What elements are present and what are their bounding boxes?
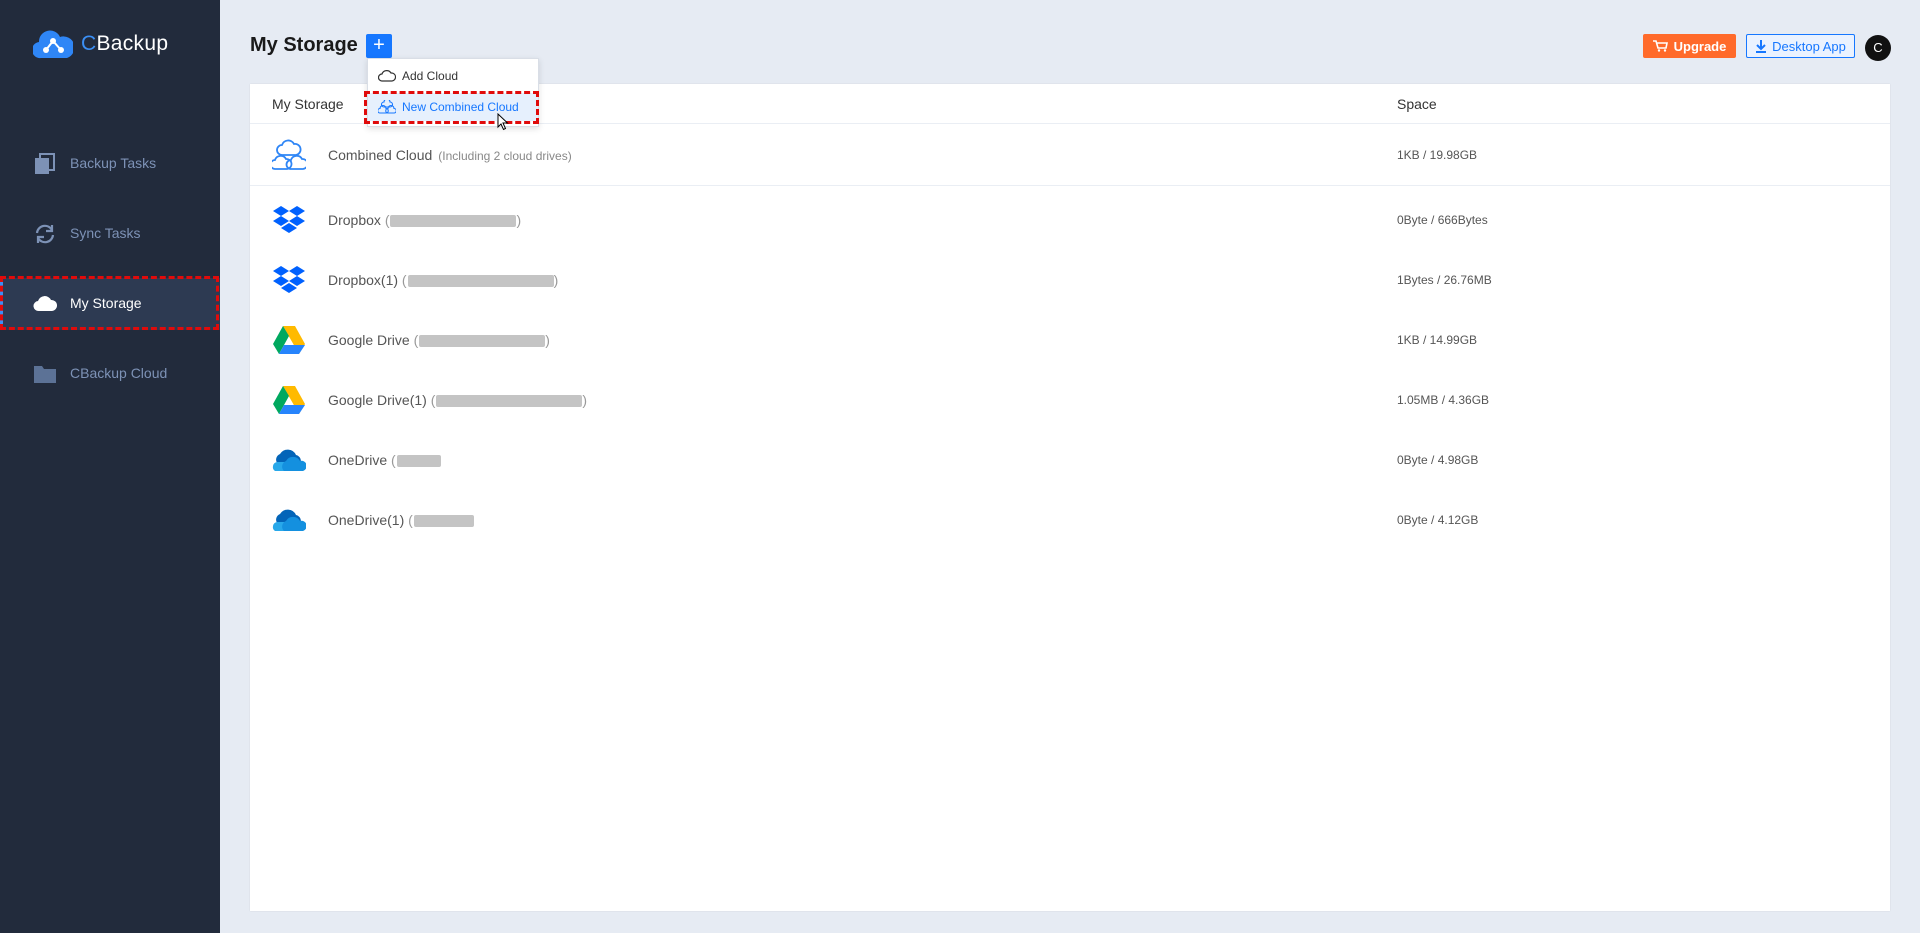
account-redacted: [396, 455, 441, 468]
onedrive-icon: [272, 509, 306, 531]
desktop-app-button[interactable]: Desktop App: [1746, 34, 1855, 58]
storage-space: 0Byte / 666Bytes: [1397, 213, 1488, 227]
account-redacted: [419, 335, 546, 348]
sync-icon: [35, 224, 55, 244]
cloud-icon: [33, 296, 57, 312]
menu-item-new-combined-cloud[interactable]: New Combined Cloud: [368, 93, 538, 121]
sidebar-item-label: My Storage: [70, 295, 142, 311]
add-storage-dropdown: Add Cloud New Combined Cloud: [367, 58, 539, 127]
google-drive-icon: [273, 386, 305, 414]
column-header-storage: My Storage: [272, 96, 344, 112]
logo-text-c: C: [81, 32, 97, 55]
cart-icon: [1652, 40, 1668, 52]
sidebar-item-my-storage[interactable]: My Storage: [0, 278, 220, 330]
account-open-paren: (: [413, 332, 419, 348]
storage-name: OneDrive: [328, 452, 388, 468]
storage-name: Google Drive: [328, 332, 410, 348]
sidebar-item-label: CBackup Cloud: [70, 365, 168, 381]
storage-name: OneDrive(1): [328, 512, 405, 528]
cloud-outline-icon: [378, 70, 396, 82]
storage-row-dropbox[interactable]: Dropbox () 0Byte / 666Bytes: [250, 190, 1890, 250]
account-open-paren: (: [384, 212, 390, 228]
account-redacted: [407, 275, 554, 288]
storage-name: Google Drive(1): [328, 392, 427, 408]
account-open-paren: (: [408, 512, 413, 528]
app-logo[interactable]: CBackup: [33, 28, 168, 60]
account-redacted: [436, 395, 583, 408]
storage-name: Combined Cloud: [328, 147, 433, 163]
user-avatar[interactable]: C: [1865, 35, 1891, 61]
account-open-paren: (: [430, 392, 436, 408]
page-title: My Storage: [250, 34, 358, 56]
desktop-app-label: Desktop App: [1772, 38, 1846, 54]
menu-item-label: New Combined Cloud: [402, 100, 519, 114]
combined-cloud-icon: [272, 139, 306, 170]
sidebar-item-cbackup-cloud[interactable]: CBackup Cloud: [0, 348, 220, 400]
upgrade-label: Upgrade: [1673, 38, 1727, 54]
account-open-paren: (: [391, 452, 396, 468]
sidebar-item-label: Backup Tasks: [70, 155, 157, 171]
storage-space: 0Byte / 4.12GB: [1397, 513, 1479, 527]
menu-item-label: Add Cloud: [402, 69, 459, 83]
dropbox-icon: [273, 266, 305, 293]
sidebar: CBackup Backup Tasks Sync Tasks My Stora…: [0, 0, 220, 933]
account-close-paren: ): [553, 272, 559, 288]
account-close-paren: ): [516, 212, 522, 228]
onedrive-icon: [272, 449, 306, 471]
upgrade-button[interactable]: Upgrade: [1643, 34, 1736, 58]
column-header-space: Space: [1397, 96, 1437, 112]
mouse-cursor-icon: [497, 113, 509, 131]
sidebar-item-backup-tasks[interactable]: Backup Tasks: [0, 138, 220, 190]
backup-tasks-icon: [35, 153, 55, 174]
logo-text: Backup: [96, 32, 169, 55]
add-storage-button[interactable]: +: [366, 34, 392, 58]
account-close-paren: ): [582, 392, 588, 408]
storage-space: 1KB / 14.99GB: [1397, 333, 1478, 347]
menu-item-add-cloud[interactable]: Add Cloud: [368, 62, 538, 90]
account-redacted: [390, 215, 517, 228]
storage-row-dropbox-1[interactable]: Dropbox(1) () 1Bytes / 26.76MB: [250, 250, 1890, 310]
storage-name: Dropbox: [328, 212, 381, 228]
storage-space: 1.05MB / 4.36GB: [1397, 393, 1490, 407]
storage-space: 1KB / 19.98GB: [1397, 148, 1478, 162]
sidebar-item-sync-tasks[interactable]: Sync Tasks: [0, 208, 220, 260]
storage-row-onedrive-1[interactable]: OneDrive(1) ( 0Byte / 4.12GB: [250, 490, 1890, 550]
google-drive-icon: [273, 326, 305, 354]
storage-row-google-drive[interactable]: Google Drive () 1KB / 14.99GB: [250, 310, 1890, 370]
folder-icon: [34, 366, 56, 383]
download-icon: [1756, 39, 1767, 53]
sidebar-item-label: Sync Tasks: [70, 225, 141, 241]
account-open-paren: (: [401, 272, 407, 288]
account-redacted: [413, 515, 474, 528]
storage-panel: My Storage Space Combined Cloud (Includin…: [250, 84, 1890, 911]
cbackup-logo-icon: [33, 30, 73, 59]
dropbox-icon: [273, 206, 305, 233]
storage-row-combined-cloud[interactable]: Combined Cloud (Including 2 cloud drives)…: [250, 125, 1890, 186]
account-close-paren: ): [545, 332, 550, 348]
storage-subtitle: (Including 2 cloud drives): [438, 149, 572, 163]
storage-row-google-drive-1[interactable]: Google Drive(1) () 1.05MB / 4.36GB: [250, 370, 1890, 430]
storage-name: Dropbox(1): [328, 272, 399, 288]
storage-row-onedrive[interactable]: OneDrive ( 0Byte / 4.98GB: [250, 430, 1890, 490]
storage-space: 1Bytes / 26.76MB: [1397, 273, 1492, 287]
combined-cloud-icon: [378, 100, 396, 114]
storage-space: 0Byte / 4.98GB: [1397, 453, 1479, 467]
